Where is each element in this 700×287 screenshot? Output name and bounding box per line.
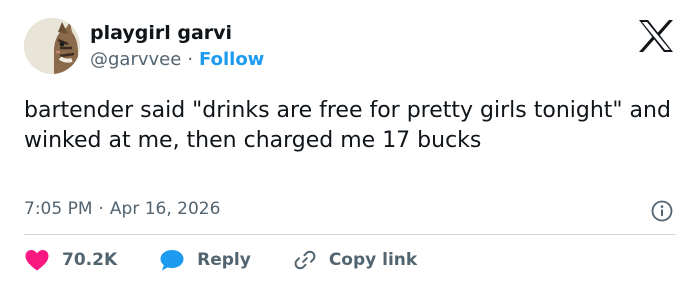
author-handle-line: @garvvee · Follow [90,49,264,70]
action-bar: 70.2K Reply Copy link [24,246,459,274]
author-avatar[interactable] [24,18,80,74]
copy-link-label: Copy link [328,250,418,270]
speech-bubble-icon [160,250,184,271]
tweet-text: bartender said "drinks are free for pret… [24,98,671,153]
tweet-timestamp[interactable]: 7:05 PM · Apr 16, 2026 [24,199,220,219]
tweet-card: playgirl garvi @garvvee · Follow bartender… [0,0,700,287]
link-icon [294,250,316,270]
like-count: 70.2K [62,250,118,270]
handle-separator: · [187,49,194,70]
reply-label: Reply [197,250,251,270]
like-button[interactable]: 70.2K [24,248,117,272]
tweet-date: Apr 16, 2026 [109,199,221,219]
heart-icon [25,250,49,271]
timestamp-separator: · [98,199,104,219]
follow-button[interactable]: Follow [199,49,264,70]
tweet-time: 7:05 PM [24,199,93,219]
cat-avatar-icon [24,18,80,74]
divider [24,234,676,235]
author-handle[interactable]: @garvvee [90,49,181,70]
copy-link-button[interactable]: Copy link [293,248,417,272]
reply-button[interactable]: Reply [159,248,251,272]
author-display-name[interactable]: playgirl garvi [90,22,232,44]
info-icon[interactable] [651,200,673,222]
x-logo-icon[interactable] [636,18,676,54]
